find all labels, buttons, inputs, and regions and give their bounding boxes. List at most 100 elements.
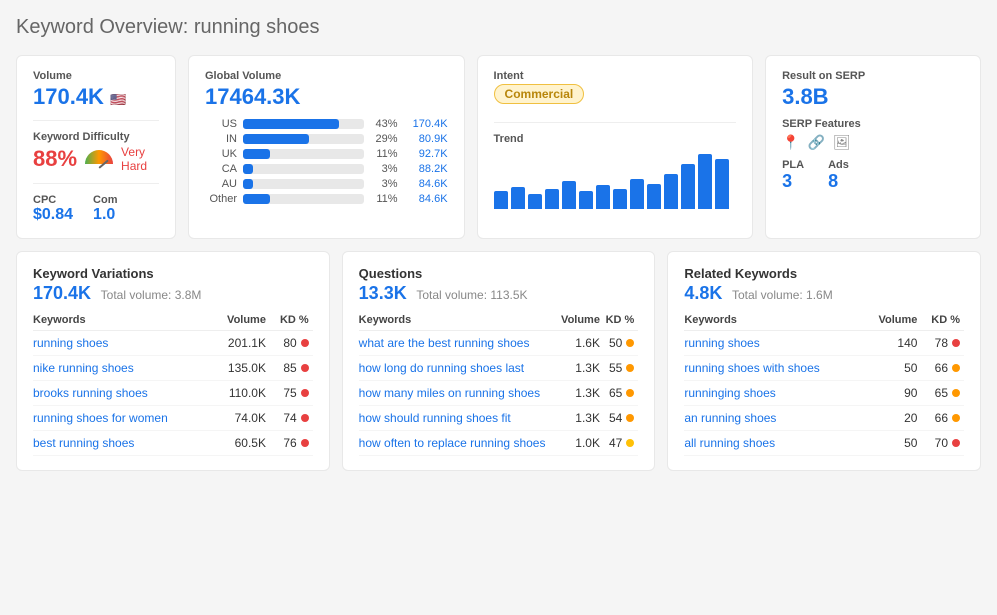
volume-cell: 1.6K xyxy=(559,331,604,356)
rk-count: 4.8K xyxy=(684,283,722,303)
bar-num: 84.6K xyxy=(404,193,448,205)
kd-dot xyxy=(626,364,634,372)
trend-bar xyxy=(630,179,644,209)
kd-dot xyxy=(301,439,309,447)
bar-num: 80.9K xyxy=(404,133,448,145)
bar-country: CA xyxy=(205,163,237,175)
bar-row: Other 11% 84.6K xyxy=(205,193,448,205)
kd-cell: 66 xyxy=(921,356,964,381)
trend-bar xyxy=(545,189,559,209)
bar-bg xyxy=(243,164,364,174)
trend-bar xyxy=(647,184,661,209)
keyword-cell[interactable]: running shoes xyxy=(684,331,865,356)
bar-fill xyxy=(243,134,309,144)
bar-num: 88.2K xyxy=(404,163,448,175)
q-count: 13.3K xyxy=(359,283,407,303)
table-row: brooks running shoes 110.0K 75 xyxy=(33,381,313,406)
bar-num: 170.4K xyxy=(404,118,448,130)
table-row: runninging shoes 90 65 xyxy=(684,381,964,406)
keyword-cell[interactable]: an running shoes xyxy=(684,406,865,431)
keyword-cell[interactable]: how should running shoes fit xyxy=(359,406,559,431)
kd-cell: 70 xyxy=(921,431,964,456)
kd-cell: 78 xyxy=(921,331,964,356)
global-value: 17464.3K xyxy=(205,84,448,110)
kd-cell: 74 xyxy=(270,406,313,431)
keyword-cell[interactable]: all running shoes xyxy=(684,431,865,456)
volume-cell: 1.0K xyxy=(559,431,604,456)
kd-label: Keyword Difficulty xyxy=(33,131,159,143)
image-icon: 🖼 xyxy=(833,134,851,151)
volume-card: Volume 170.4K 🇺🇸 Keyword Difficulty 88% … xyxy=(16,55,176,239)
bar-bg xyxy=(243,179,364,189)
volume-cell: 1.3K xyxy=(559,381,604,406)
rk-table: Keywords Volume KD % running shoes 140 7… xyxy=(684,310,964,456)
keyword-cell[interactable]: best running shoes xyxy=(33,431,214,456)
keyword-cell[interactable]: running shoes with shoes xyxy=(684,356,865,381)
volume-cell: 90 xyxy=(866,381,922,406)
trend-bar xyxy=(511,187,525,209)
trend-bar xyxy=(613,189,627,209)
keyword-cell[interactable]: runninging shoes xyxy=(684,381,865,406)
kd-cell: 80 xyxy=(270,331,313,356)
bar-num: 84.6K xyxy=(404,178,448,190)
bar-row: AU 3% 84.6K xyxy=(205,178,448,190)
volume-cell: 50 xyxy=(866,356,922,381)
kd-dot xyxy=(626,389,634,397)
keyword-cell[interactable]: running shoes xyxy=(33,331,214,356)
trend-bar xyxy=(494,191,508,209)
questions-card: Questions 13.3K Total volume: 113.5K Key… xyxy=(342,251,656,471)
kv-count: 170.4K xyxy=(33,283,91,303)
kv-col-volume: Volume xyxy=(214,310,270,331)
kd-dot xyxy=(952,339,960,347)
bar-country: IN xyxy=(205,133,237,145)
table-row: how long do running shoes last 1.3K 55 xyxy=(359,356,639,381)
kd-dot xyxy=(301,364,309,372)
volume-cell: 60.5K xyxy=(214,431,270,456)
volume-cell: 201.1K xyxy=(214,331,270,356)
kd-text: Very Hard xyxy=(121,145,159,173)
bar-country: UK xyxy=(205,148,237,160)
kd-dot xyxy=(301,389,309,397)
keyword-cell[interactable]: nike running shoes xyxy=(33,356,214,381)
kd-cell: 85 xyxy=(270,356,313,381)
volume-cell: 135.0K xyxy=(214,356,270,381)
table-row: all running shoes 50 70 xyxy=(684,431,964,456)
serp-card: Result on SERP 3.8B SERP Features 📍 🔗 🖼 … xyxy=(765,55,981,239)
kd-cell: 50 xyxy=(604,331,638,356)
trend-chart xyxy=(494,149,737,209)
gauge-icon xyxy=(85,150,113,168)
features-label: SERP Features xyxy=(782,118,964,130)
rk-col-keywords: Keywords xyxy=(684,310,865,331)
keyword-cell[interactable]: what are the best running shoes xyxy=(359,331,559,356)
keyword-cell[interactable]: how many miles on running shoes xyxy=(359,381,559,406)
global-bars: US 43% 170.4K IN 29% 80.9K UK 11% 92.7K … xyxy=(205,118,448,205)
rk-col-kd: KD % xyxy=(921,310,964,331)
keyword-cell[interactable]: brooks running shoes xyxy=(33,381,214,406)
volume-cell: 74.0K xyxy=(214,406,270,431)
keyword-cell[interactable]: how long do running shoes last xyxy=(359,356,559,381)
volume-cell: 1.3K xyxy=(559,406,604,431)
keyword-cell[interactable]: how often to replace running shoes xyxy=(359,431,559,456)
volume-value: 170.4K 🇺🇸 xyxy=(33,84,159,110)
result-label: Result on SERP xyxy=(782,70,964,82)
kd-cell: 65 xyxy=(921,381,964,406)
kd-dot xyxy=(952,364,960,372)
kd-dot xyxy=(626,414,634,422)
trend-bar xyxy=(698,154,712,209)
q-col-volume: Volume xyxy=(559,310,604,331)
trend-bar xyxy=(681,164,695,209)
bar-fill xyxy=(243,149,270,159)
bar-pct: 3% xyxy=(370,163,398,175)
keyword-variations-card: Keyword Variations 170.4K Total volume: … xyxy=(16,251,330,471)
keyword-cell[interactable]: running shoes for women xyxy=(33,406,214,431)
ads-item: Ads 8 xyxy=(828,159,849,192)
bar-country: AU xyxy=(205,178,237,190)
intent-card: Intent Commercial Trend xyxy=(477,55,754,239)
q-table: Keywords Volume KD % what are the best r… xyxy=(359,310,639,456)
global-volume-card: Global Volume 17464.3K US 43% 170.4K IN … xyxy=(188,55,465,239)
trend-bar xyxy=(528,194,542,209)
q-title: Questions xyxy=(359,266,639,281)
bar-pct: 29% xyxy=(370,133,398,145)
flag-icon: 🇺🇸 xyxy=(110,92,126,107)
bar-fill xyxy=(243,119,339,129)
